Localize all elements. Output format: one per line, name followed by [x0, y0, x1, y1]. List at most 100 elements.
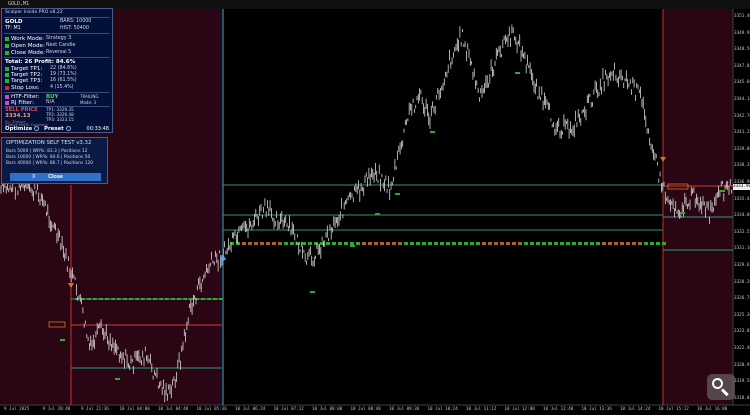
- time-tick-label: 10 Jul 04:48: [158, 406, 189, 411]
- level-dash: [614, 242, 618, 245]
- price-tick-label: 3347.05: [734, 63, 750, 69]
- level-dash: [590, 242, 594, 245]
- status-dot: [5, 36, 9, 41]
- price-tick-label: 3339.80: [734, 146, 750, 152]
- time-tick-label: 10 Jul 15:12: [658, 406, 689, 411]
- divider: [4, 17, 110, 18]
- optimize-button[interactable]: Optimize: [5, 126, 40, 133]
- time-tick-label: 10 Jul 09:36: [389, 406, 420, 411]
- level-dash: [596, 242, 600, 245]
- trading-terminal: GOLD,M1 3351.403349.953348.503347.053345…: [0, 0, 750, 415]
- work-mode-value[interactable]: Strategy 3: [46, 36, 71, 41]
- level-dash: [470, 242, 474, 245]
- level-dash: [332, 242, 336, 245]
- preset-button[interactable]: Preset: [44, 126, 71, 133]
- time-tick-label: 10 Jul 05:36: [196, 406, 227, 411]
- optimization-panel[interactable]: OPTIMIZATION SELF TEST v3.32 Bars 5000 |…: [1, 137, 108, 184]
- level-dash: [356, 242, 360, 245]
- level-dash: [536, 242, 540, 245]
- hist-label: HIST: 50400: [60, 26, 89, 31]
- close-mode-value[interactable]: Reversal S: [46, 50, 71, 55]
- level-dash: [632, 242, 636, 245]
- target-dot: [5, 66, 9, 71]
- level-dash: [524, 242, 528, 245]
- level-dash: [506, 242, 510, 245]
- level-dash: [422, 242, 426, 245]
- level-dash: [129, 298, 133, 300]
- time-tick-label: 10 Jul 12:00: [504, 406, 535, 411]
- level-dash: [458, 242, 462, 245]
- level-dash: [284, 242, 288, 245]
- filter-dot: [5, 94, 9, 99]
- time-tick-label: 10 Jul 11:12: [466, 406, 497, 411]
- level-dash: [584, 242, 588, 245]
- price-tick-label: 3328.20: [734, 279, 750, 285]
- level-dash: [147, 298, 151, 300]
- level-dash: [207, 298, 211, 300]
- level-dash: [476, 242, 480, 245]
- level-dash: [93, 298, 97, 300]
- open-mode-value[interactable]: Next Candle: [46, 43, 75, 48]
- stop-dot: [5, 85, 9, 90]
- level-dash: [99, 298, 103, 300]
- close-button[interactable]: Close: [10, 173, 101, 181]
- scalper-dashboard[interactable]: Scalper Inside PRO v8.22 GOLD TF: M1 BAR…: [1, 8, 113, 133]
- level-dash: [638, 242, 642, 245]
- symbol-label: GOLD: [5, 19, 23, 25]
- level-dash: [608, 242, 612, 245]
- level-dash: [392, 242, 396, 245]
- level-dash: [410, 242, 414, 245]
- level-dash: [290, 242, 294, 245]
- target-hit-marker: [720, 190, 725, 192]
- totals-label: Total: 26 Profit: 84.6%: [5, 59, 76, 65]
- level-dash: [572, 242, 576, 245]
- level-dash: [488, 242, 492, 245]
- level-dash: [117, 298, 121, 300]
- level-dash: [242, 242, 246, 245]
- level-dash: [602, 242, 606, 245]
- level-dash: [278, 242, 282, 245]
- gear-icon: [34, 126, 40, 131]
- level-dash: [404, 242, 408, 245]
- price-tick-label: 3332.55: [734, 229, 750, 235]
- level-dash: [518, 242, 522, 245]
- target-hit-marker: [395, 193, 400, 195]
- price-tick-label: 3322.40: [734, 346, 750, 351]
- level-dash: [650, 242, 654, 245]
- price-tick-label: 3351.40: [734, 14, 750, 19]
- time-tick-label: 10 Jul 06:24: [235, 406, 266, 411]
- price-tick-label: 3342.70: [734, 113, 750, 119]
- level-dash: [512, 242, 516, 245]
- level-dash: [500, 242, 504, 245]
- optimization-title: OPTIMIZATION SELF TEST v3.32: [6, 140, 92, 146]
- level-dash: [620, 242, 624, 245]
- filter-dot: [5, 100, 9, 105]
- dashboard-header: Scalper Inside PRO v8.22: [5, 10, 63, 15]
- level-dash: [548, 242, 552, 245]
- level-dash: [374, 242, 378, 245]
- target-hit-marker: [430, 131, 435, 133]
- level-dash: [87, 298, 91, 300]
- target-hit-marker: [60, 339, 65, 341]
- price-tick-label: 3323.85: [734, 329, 750, 335]
- time-tick-label: 9 Jul 21:36: [81, 406, 109, 411]
- divider: [4, 57, 110, 58]
- level-dash: [560, 242, 564, 245]
- level-dash: [656, 242, 660, 245]
- divider: [4, 33, 110, 34]
- level-dash: [362, 242, 366, 245]
- level-dash: [183, 298, 187, 300]
- level-dash: [566, 242, 570, 245]
- price-tick-label: 3349.95: [734, 30, 750, 36]
- level-dash: [554, 242, 558, 245]
- zoom-button[interactable]: [707, 374, 735, 400]
- price-tick-label: 3335.45: [734, 196, 750, 202]
- target-hit-marker: [310, 291, 315, 293]
- time-tick-label: 10 Jul 16:00: [697, 406, 728, 411]
- level-dash: [314, 242, 318, 245]
- level-dash: [75, 298, 79, 300]
- time-tick-label: 10 Jul 14:24: [620, 406, 651, 411]
- level-dash: [254, 242, 258, 245]
- work-mode-label: Work Mode:: [5, 36, 44, 42]
- price-tick-label: 3325.30: [734, 312, 750, 318]
